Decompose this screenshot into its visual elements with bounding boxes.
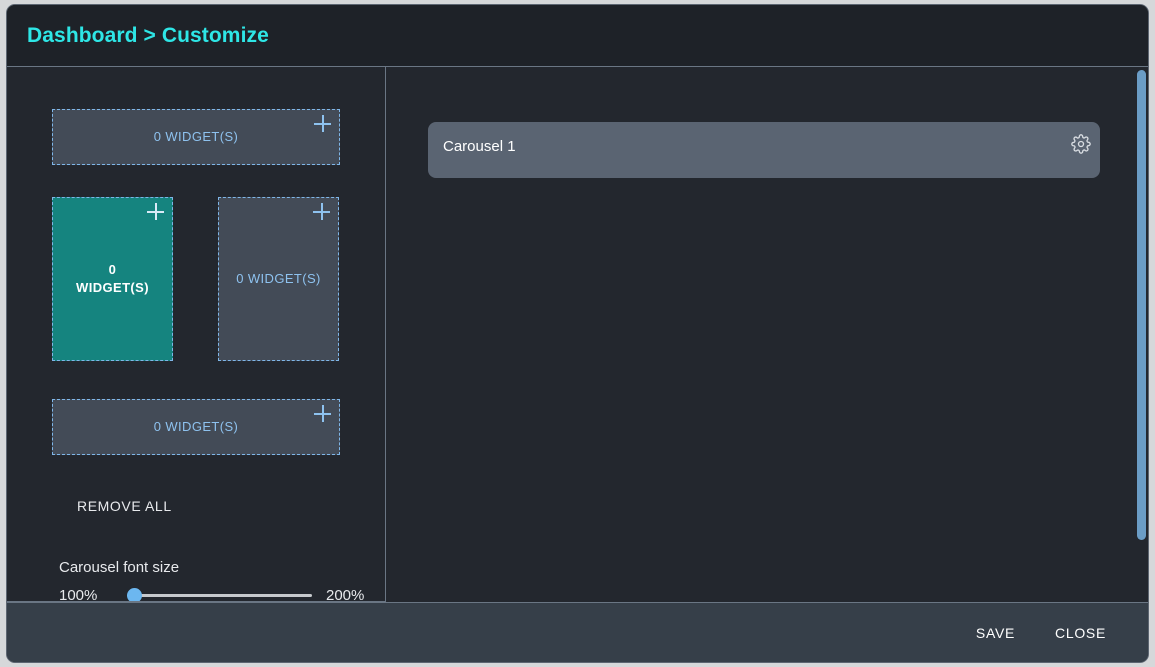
plus-icon[interactable]	[314, 115, 331, 132]
carousel-title: Carousel 1	[443, 138, 516, 155]
drop-zone-left-label: 0 WIDGET(S)	[76, 261, 149, 296]
plus-icon[interactable]	[314, 405, 331, 422]
carousel-card[interactable]: Carousel 1	[428, 122, 1100, 178]
close-button[interactable]: CLOSE	[1041, 617, 1120, 649]
drop-zone-top[interactable]: 0 WIDGET(S)	[52, 109, 340, 165]
drop-zone-top-label: 0 WIDGET(S)	[154, 128, 239, 146]
gear-icon[interactable]	[1071, 134, 1091, 154]
remove-all-button[interactable]: REMOVE ALL	[69, 492, 180, 520]
carousel-font-size-label: Carousel font size	[59, 559, 179, 576]
slider-track[interactable]	[127, 594, 312, 597]
panel-bottom-divider	[7, 601, 385, 602]
scrollbar-thumb[interactable]	[1137, 70, 1146, 540]
drop-zone-left-count: 0	[109, 262, 117, 277]
carousel-font-size-slider[interactable]	[127, 586, 312, 602]
plus-icon[interactable]	[313, 203, 330, 220]
preview-scrollbar[interactable]	[1137, 67, 1146, 602]
plus-icon[interactable]	[147, 203, 164, 220]
carousel-font-size-slider-row: 100% 200%	[59, 586, 369, 602]
preview-panel: Carousel 1	[386, 67, 1148, 602]
layout-editor-panel: 0 WIDGET(S) 0 WIDGET(S) 0 WIDGET(S) 0 WI…	[7, 67, 386, 602]
dialog-header: Dashboard > Customize	[7, 5, 1148, 67]
slider-max-label: 200%	[326, 587, 364, 603]
dialog-body: 0 WIDGET(S) 0 WIDGET(S) 0 WIDGET(S) 0 WI…	[7, 67, 1148, 602]
drop-zone-right[interactable]: 0 WIDGET(S)	[218, 197, 339, 361]
drop-zone-left-unit: WIDGET(S)	[76, 280, 149, 295]
drop-zone-bottom-label: 0 WIDGET(S)	[154, 418, 239, 436]
customize-dialog: Dashboard > Customize 0 WIDGET(S) 0 WIDG…	[6, 4, 1149, 663]
dialog-footer: SAVE CLOSE	[7, 602, 1148, 662]
breadcrumb: Dashboard > Customize	[27, 24, 269, 48]
slider-min-label: 100%	[59, 587, 119, 603]
drop-zone-right-label: 0 WIDGET(S)	[236, 270, 321, 288]
slider-thumb[interactable]	[127, 588, 142, 603]
drop-zone-bottom[interactable]: 0 WIDGET(S)	[52, 399, 340, 455]
save-button[interactable]: SAVE	[962, 617, 1029, 649]
drop-zone-left[interactable]: 0 WIDGET(S)	[52, 197, 173, 361]
